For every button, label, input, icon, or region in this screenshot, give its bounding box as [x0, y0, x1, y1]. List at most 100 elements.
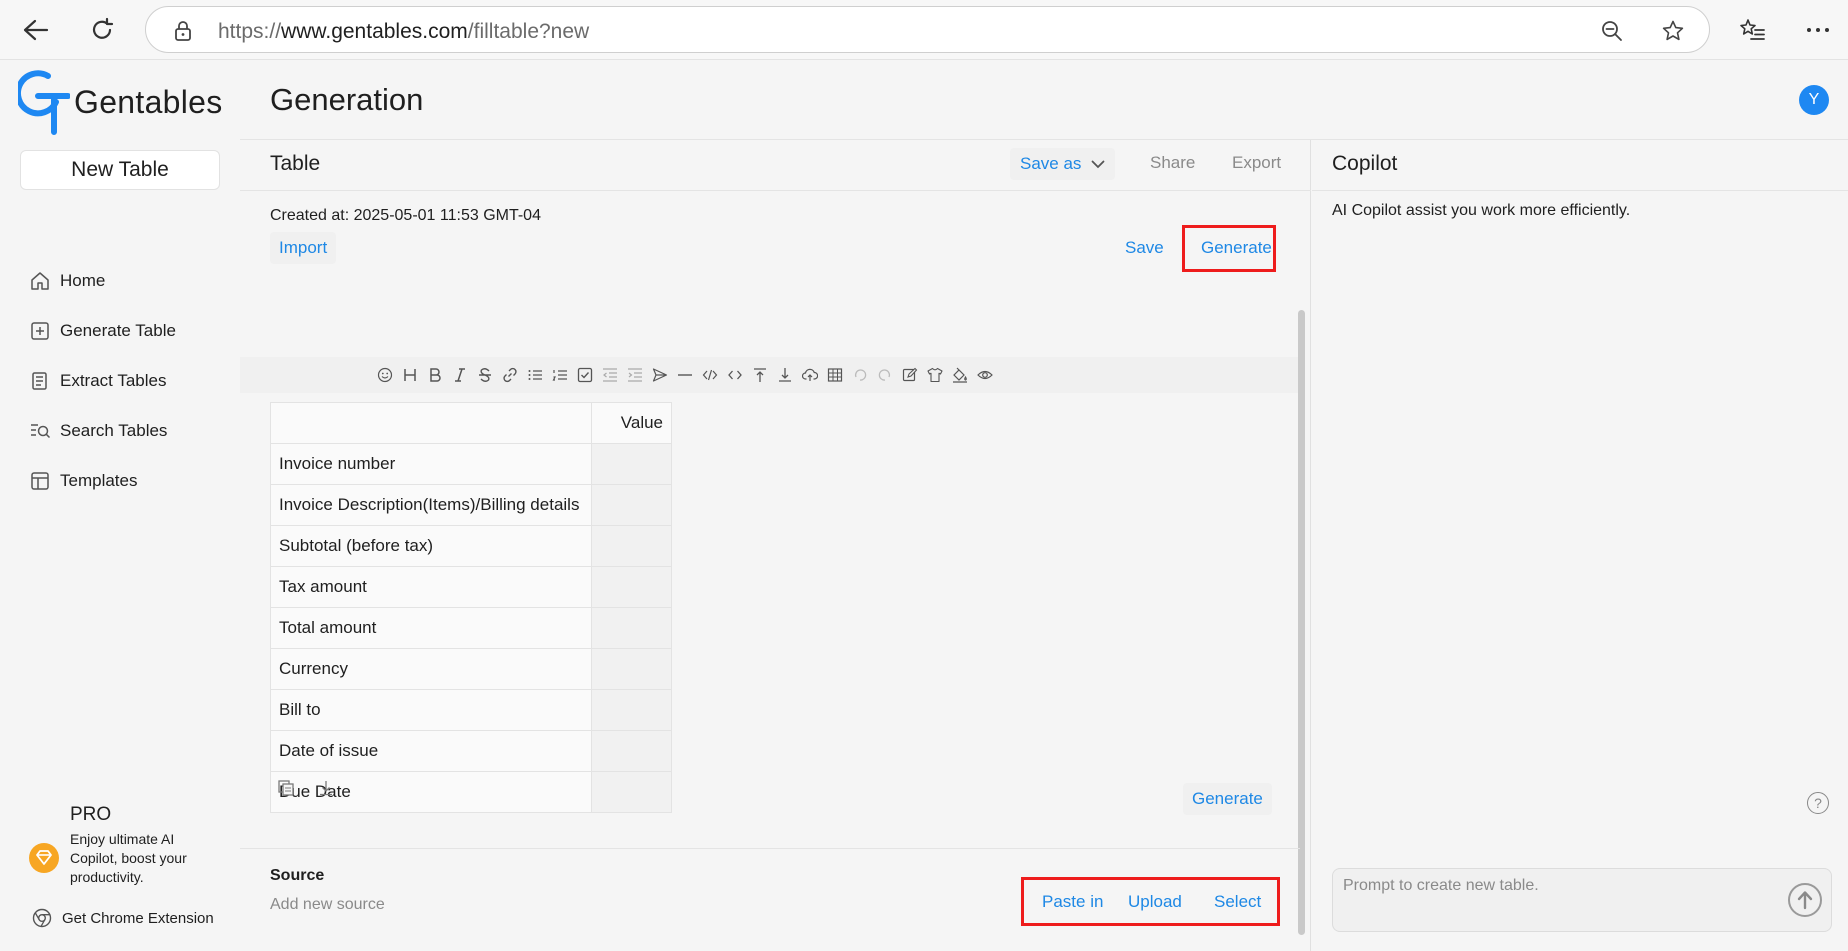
horizontal-rule-icon[interactable]: [672, 365, 697, 385]
table-panel-title: Table: [270, 152, 321, 175]
table-value-cell[interactable]: [591, 689, 672, 731]
avatar[interactable]: Y: [1799, 85, 1829, 115]
prompt-box[interactable]: [1332, 868, 1832, 932]
sidebar-item-generate-table[interactable]: Generate Table: [28, 315, 176, 347]
sidebar: Gentables New Table Home Generate Table …: [0, 60, 240, 951]
table-value-cell[interactable]: [591, 607, 672, 649]
outdent-icon[interactable]: [597, 365, 622, 385]
checklist-icon[interactable]: [572, 365, 597, 385]
download-icon[interactable]: [315, 777, 337, 799]
strikethrough-icon[interactable]: [472, 365, 497, 385]
theme-shirt-icon[interactable]: [922, 365, 947, 385]
table-value-cell[interactable]: [591, 771, 672, 813]
import-button[interactable]: Import: [270, 232, 337, 264]
export-button[interactable]: Export: [1232, 153, 1281, 173]
redo-icon[interactable]: [872, 365, 897, 385]
sidebar-item-templates[interactable]: Templates: [28, 465, 137, 497]
code-block-icon[interactable]: [697, 365, 722, 385]
reload-icon[interactable]: [84, 12, 120, 48]
new-table-button[interactable]: New Table: [20, 150, 220, 190]
table-cell[interactable]: Bill to: [270, 689, 592, 731]
page-title: Generation: [270, 82, 424, 117]
table-value-cell[interactable]: [591, 566, 672, 608]
source-label: Source: [270, 867, 325, 884]
share-button[interactable]: Share: [1150, 153, 1195, 173]
address-bar[interactable]: https://www.gentables.com/filltable?new: [145, 6, 1710, 53]
sidebar-item-extract-tables[interactable]: Extract Tables: [28, 365, 166, 397]
bold-icon[interactable]: [422, 365, 447, 385]
sidebar-item-home[interactable]: Home: [28, 265, 105, 297]
edit-mode-icon[interactable]: [897, 365, 922, 385]
table-cell[interactable]: Tax amount: [270, 566, 592, 608]
source-section: Source Add new source Paste in Upload Se…: [240, 848, 1300, 951]
heading-icon[interactable]: [397, 365, 422, 385]
lock-icon[interactable]: [170, 18, 196, 44]
table-row: Invoice number: [270, 443, 672, 485]
chevron-down-icon: [1091, 160, 1105, 169]
favorite-star-icon[interactable]: [1660, 18, 1686, 44]
gentables-logo-icon: [18, 70, 70, 135]
table-cell[interactable]: Currency: [270, 648, 592, 690]
table-value-cell[interactable]: [591, 730, 672, 772]
sidebar-item-search-tables[interactable]: Search Tables: [28, 415, 167, 447]
table-cell[interactable]: Total amount: [270, 607, 592, 649]
get-chrome-extension-link[interactable]: Get Chrome Extension: [32, 908, 214, 928]
upload-cloud-icon[interactable]: [797, 365, 822, 385]
pro-description: Enjoy ultimate AI Copilot, boost your pr…: [70, 831, 187, 885]
table-value-cell[interactable]: [591, 484, 672, 526]
table-row: Total amount: [270, 607, 672, 649]
sidebar-item-label: Extract Tables: [60, 371, 167, 390]
indent-icon[interactable]: [622, 365, 647, 385]
table-cell[interactable]: Date of issue: [270, 730, 592, 772]
logo-text: Gentables: [74, 83, 223, 120]
back-arrow-icon[interactable]: [18, 12, 54, 48]
add-new-source-text[interactable]: Add new source: [270, 896, 385, 914]
help-icon[interactable]: ?: [1807, 792, 1829, 814]
copilot-title: Copilot: [1332, 152, 1398, 175]
editor-toolbar: [240, 357, 1300, 393]
insert-after-icon[interactable]: [772, 365, 797, 385]
table-value-cell[interactable]: [591, 525, 672, 567]
table-value-cell[interactable]: [591, 443, 672, 485]
table-cell[interactable]: Subtotal (before tax): [270, 525, 592, 567]
bottom-generate-button[interactable]: Generate: [1183, 783, 1272, 815]
table-value-cell[interactable]: [591, 648, 672, 690]
favorites-list-icon[interactable]: [1734, 12, 1770, 48]
sidebar-item-label: Templates: [60, 471, 138, 490]
document-list-icon: [28, 369, 52, 393]
app-root: Gentables New Table Home Generate Table …: [0, 60, 1848, 951]
highlight-box: [1021, 877, 1280, 926]
table-cell[interactable]: Invoice Description(Items)/Billing detai…: [270, 484, 592, 526]
send-arrow-icon[interactable]: [1788, 883, 1822, 917]
zoom-out-icon[interactable]: [1599, 18, 1625, 44]
pro-title: PRO: [70, 804, 112, 825]
table-cell[interactable]: Invoice number: [270, 443, 592, 485]
save-button[interactable]: Save: [1116, 232, 1173, 264]
preview-eye-icon[interactable]: [972, 365, 997, 385]
insert-before-icon[interactable]: [747, 365, 772, 385]
table-panel-scrollbar[interactable]: [1298, 310, 1305, 935]
table-header-cell[interactable]: [270, 402, 592, 444]
more-menu-icon[interactable]: [1800, 12, 1836, 48]
link-icon[interactable]: [497, 365, 522, 385]
table-icon[interactable]: [822, 365, 847, 385]
paint-bucket-icon[interactable]: [947, 365, 972, 385]
quote-send-icon[interactable]: [647, 365, 672, 385]
created-at-text: Created at: 2025-05-01 11:53 GMT-04: [270, 207, 541, 224]
prompt-input[interactable]: [1343, 877, 1763, 895]
italic-icon[interactable]: [447, 365, 472, 385]
bullet-list-icon[interactable]: [522, 365, 547, 385]
layout-icon: [28, 469, 52, 493]
table-panel: Table Save as Share Export Created at: 2…: [240, 140, 1311, 951]
logo[interactable]: Gentables: [18, 68, 223, 136]
inline-code-icon[interactable]: [722, 365, 747, 385]
url-text[interactable]: https://www.gentables.com/filltable?new: [218, 20, 589, 44]
ordered-list-icon[interactable]: [547, 365, 572, 385]
save-as-dropdown[interactable]: Save as: [1010, 148, 1116, 180]
emoji-icon[interactable]: [372, 365, 397, 385]
sidebar-item-label: Search Tables: [60, 421, 168, 440]
copy-icon[interactable]: [275, 777, 297, 799]
table-header-cell[interactable]: Value: [591, 402, 672, 444]
table-panel-header: Table Save as Share Export: [240, 140, 1311, 191]
undo-icon[interactable]: [847, 365, 872, 385]
